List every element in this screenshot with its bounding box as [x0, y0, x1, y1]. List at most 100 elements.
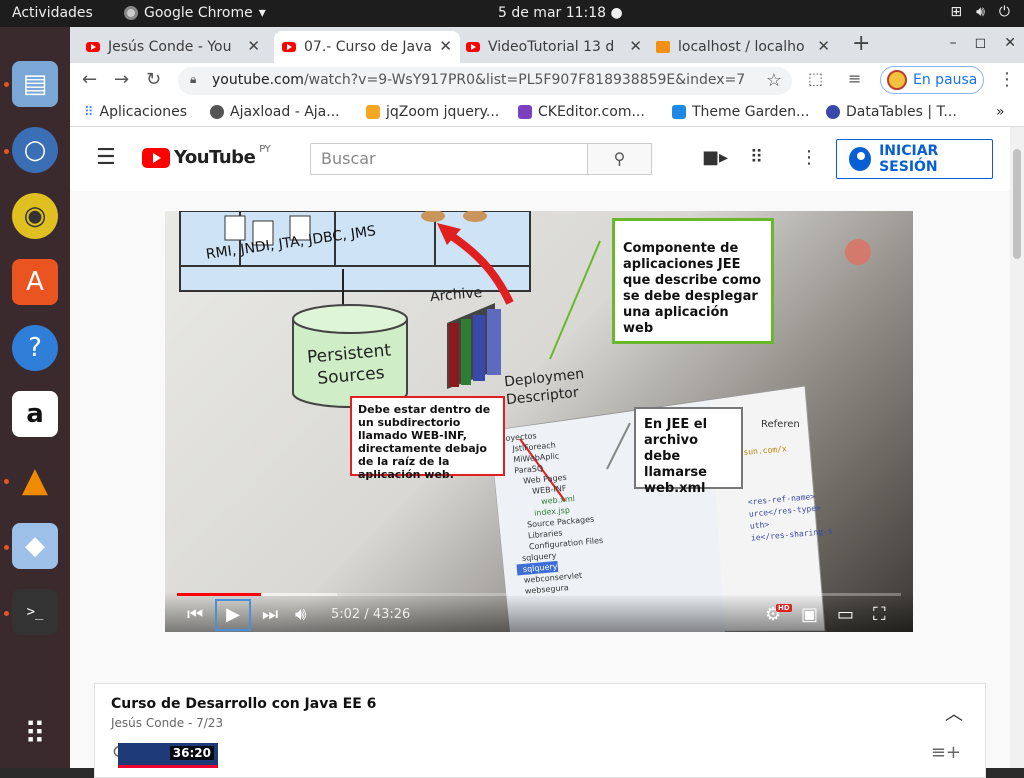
tab-localhost[interactable]: localhost / localho ✕ [656, 31, 838, 63]
youtube-header: ☰ YouTube PY Buscar ⚲ ■▸ ⠿ ⋮ INICIAR SESI… [70, 127, 1010, 191]
play-button[interactable]: ▶ [215, 599, 251, 631]
miniplayer-icon[interactable]: ▣ [801, 604, 818, 625]
youtube-favicon-icon [466, 42, 480, 52]
vlc-icon[interactable]: ▲ [12, 457, 58, 503]
chrome-icon [124, 6, 138, 20]
youtube-page: ☰ YouTube PY Buscar ⚲ ■▸ ⠿ ⋮ INICIAR SESI… [70, 127, 1010, 778]
omnibox[interactable]: 🔒︎ youtube.com/watch?v=9-WsY917PR0&list=… [178, 67, 792, 95]
back-icon[interactable]: ← [82, 69, 97, 90]
running-indicator [4, 545, 9, 550]
profile-label: En pausa [913, 72, 978, 88]
hd-badge: HD [776, 604, 792, 612]
tab-videotutorial[interactable]: VideoTutorial 13 d ✕ [466, 31, 650, 63]
tab-strip: Jesús Conde - You ✕ 07.- Curso de Java ✕… [70, 27, 1024, 63]
progress-played [177, 593, 261, 596]
tab-curso-java[interactable]: 07.- Curso de Java ✕ [274, 31, 460, 63]
bookmark-datatables[interactable]: DataTables | T... [826, 104, 957, 120]
fullscreen-icon[interactable]: ⛶ [873, 604, 886, 625]
playlist-thumbnail[interactable]: 36:20 [118, 743, 218, 768]
menu-dots-icon[interactable]: ⋮ [998, 69, 1016, 90]
running-indicator [4, 82, 9, 87]
forward-icon[interactable]: → [114, 69, 129, 90]
slide-code-lines: sun.com/x <res-ref-name> urce</res-type>… [743, 440, 833, 545]
bookmark-ckeditor[interactable]: CKEditor.com... [518, 104, 645, 120]
scrollbar-thumb[interactable] [1013, 149, 1021, 259]
tab-jesus-conde[interactable]: Jesús Conde - You ✕ [86, 31, 268, 63]
search-input[interactable]: Buscar [310, 143, 588, 175]
phpmyadmin-favicon-icon [656, 41, 670, 53]
close-window-button[interactable]: ✕ [1004, 35, 1016, 51]
bookmark-jqzoom[interactable]: jqZoom jquery... [366, 104, 499, 120]
activities-button[interactable]: Actividades [12, 5, 93, 21]
maximize-button[interactable]: ◻ [975, 35, 987, 51]
reload-icon[interactable]: ↻ [146, 69, 161, 90]
bookmark-theme-garden[interactable]: Theme Garden... [672, 104, 809, 120]
apps-grid-icon[interactable]: ⠿ [12, 711, 58, 757]
close-icon[interactable]: ✕ [817, 37, 830, 55]
volume-icon[interactable]: 🔊︎ [295, 604, 306, 625]
hamburger-menu-icon[interactable]: ☰ [96, 145, 116, 170]
progress-bar[interactable] [177, 593, 901, 596]
ckeditor-icon [518, 105, 532, 119]
slide-project-tree: oyectos JstlForeach MiWebAplic ParaSQ We… [505, 425, 607, 597]
network-icon: ⊞ [950, 4, 963, 20]
app-name: Google Chrome [144, 5, 253, 21]
slide-persistent-label: Persistent Sources [306, 340, 392, 389]
close-icon[interactable]: ✕ [629, 37, 642, 55]
video-player[interactable]: RMI, JNDI, JTA, JDBC, JMS Persistent Sou… [165, 211, 913, 632]
bookmark-ajaxload[interactable]: Ajaxload - Aja... [210, 104, 340, 120]
files-icon[interactable]: ▤ [12, 61, 58, 107]
chromium-icon[interactable]: ○ [12, 127, 58, 173]
thumbnail-duration: 36:20 [169, 746, 214, 760]
help-icon[interactable]: ? [12, 325, 58, 371]
channel-watermark-icon [845, 239, 871, 265]
running-indicator [4, 149, 9, 154]
close-icon[interactable]: ✕ [247, 37, 260, 55]
software-icon[interactable]: A [12, 259, 58, 305]
bookmark-aplicaciones[interactable]: ⠿ Aplicaciones [84, 104, 187, 120]
rhythmbox-icon[interactable]: ◉ [12, 193, 58, 239]
youtube-logo[interactable]: YouTube PY [142, 144, 271, 168]
bookmarks-more-button[interactable]: » [996, 104, 1005, 120]
minimize-button[interactable]: – [950, 35, 957, 51]
chevron-up-icon[interactable]: ︿ [945, 700, 963, 726]
youtube-favicon-icon [282, 42, 296, 52]
terminal-icon[interactable]: >_ [12, 589, 58, 635]
next-icon[interactable]: ⏭ [262, 604, 278, 625]
youtube-play-icon [142, 147, 170, 168]
tab-label: VideoTutorial 13 d [488, 39, 615, 55]
page-scrollbar[interactable] [1010, 127, 1024, 768]
settings-dots-icon[interactable]: ⋮ [800, 147, 818, 168]
tab-label: Jesús Conde - You [108, 39, 232, 55]
profile-button[interactable]: En pausa [880, 66, 984, 94]
system-menu[interactable]: ⊞ 🔊︎ ⏻ [950, 4, 1010, 20]
playlist-title[interactable]: Curso de Desarrollo con Java EE 6 [111, 696, 376, 712]
app-menu[interactable]: Google Chrome ▾ [124, 5, 266, 21]
close-icon[interactable]: ✕ [439, 37, 452, 55]
lock-icon: 🔒︎ [190, 72, 197, 86]
add-to-playlist-icon[interactable]: ≡+ [931, 742, 961, 763]
address-bar-row: ← → ↻ 🔒︎ youtube.com/watch?v=9-WsY917PR0… [70, 63, 1024, 99]
previous-icon[interactable]: ⏮ [187, 604, 203, 625]
amazon-icon[interactable]: a [12, 391, 58, 437]
callout-web-inf: Debe estar dentro de un subdirectorio ll… [350, 396, 505, 481]
bookmark-star-icon[interactable]: ☆ [766, 70, 782, 91]
tab-label: 07.- Curso de Java [304, 39, 433, 55]
clock[interactable]: 5 de mar 11:18 ● [498, 5, 623, 21]
create-video-icon[interactable]: ■▸ [702, 147, 728, 168]
url-text: youtube.com/watch?v=9-WsY917PR0&list=PL5… [212, 72, 746, 88]
power-icon: ⏻ [998, 4, 1010, 20]
media-queue-icon[interactable]: ≡ [848, 69, 861, 88]
extension-icon[interactable]: ⬚ [808, 69, 823, 88]
browser-window: Jesús Conde - You ✕ 07.- Curso de Java ✕… [70, 27, 1024, 778]
virtualbox-icon[interactable]: ◆ [12, 523, 58, 569]
play-icon: ▶ [226, 604, 240, 625]
search-button[interactable]: ⚲ [587, 143, 652, 175]
apps-icon[interactable]: ⠿ [750, 147, 763, 168]
theater-mode-icon[interactable]: ▭ [837, 604, 854, 625]
signin-button[interactable]: INICIAR SESIÓN [836, 139, 993, 179]
dock: ▤ ○ ◉ A ? a ▲ ◆ >_ ⠿ [0, 27, 70, 768]
new-tab-button[interactable]: + [852, 31, 870, 56]
user-icon [849, 147, 872, 171]
avatar [887, 70, 907, 90]
